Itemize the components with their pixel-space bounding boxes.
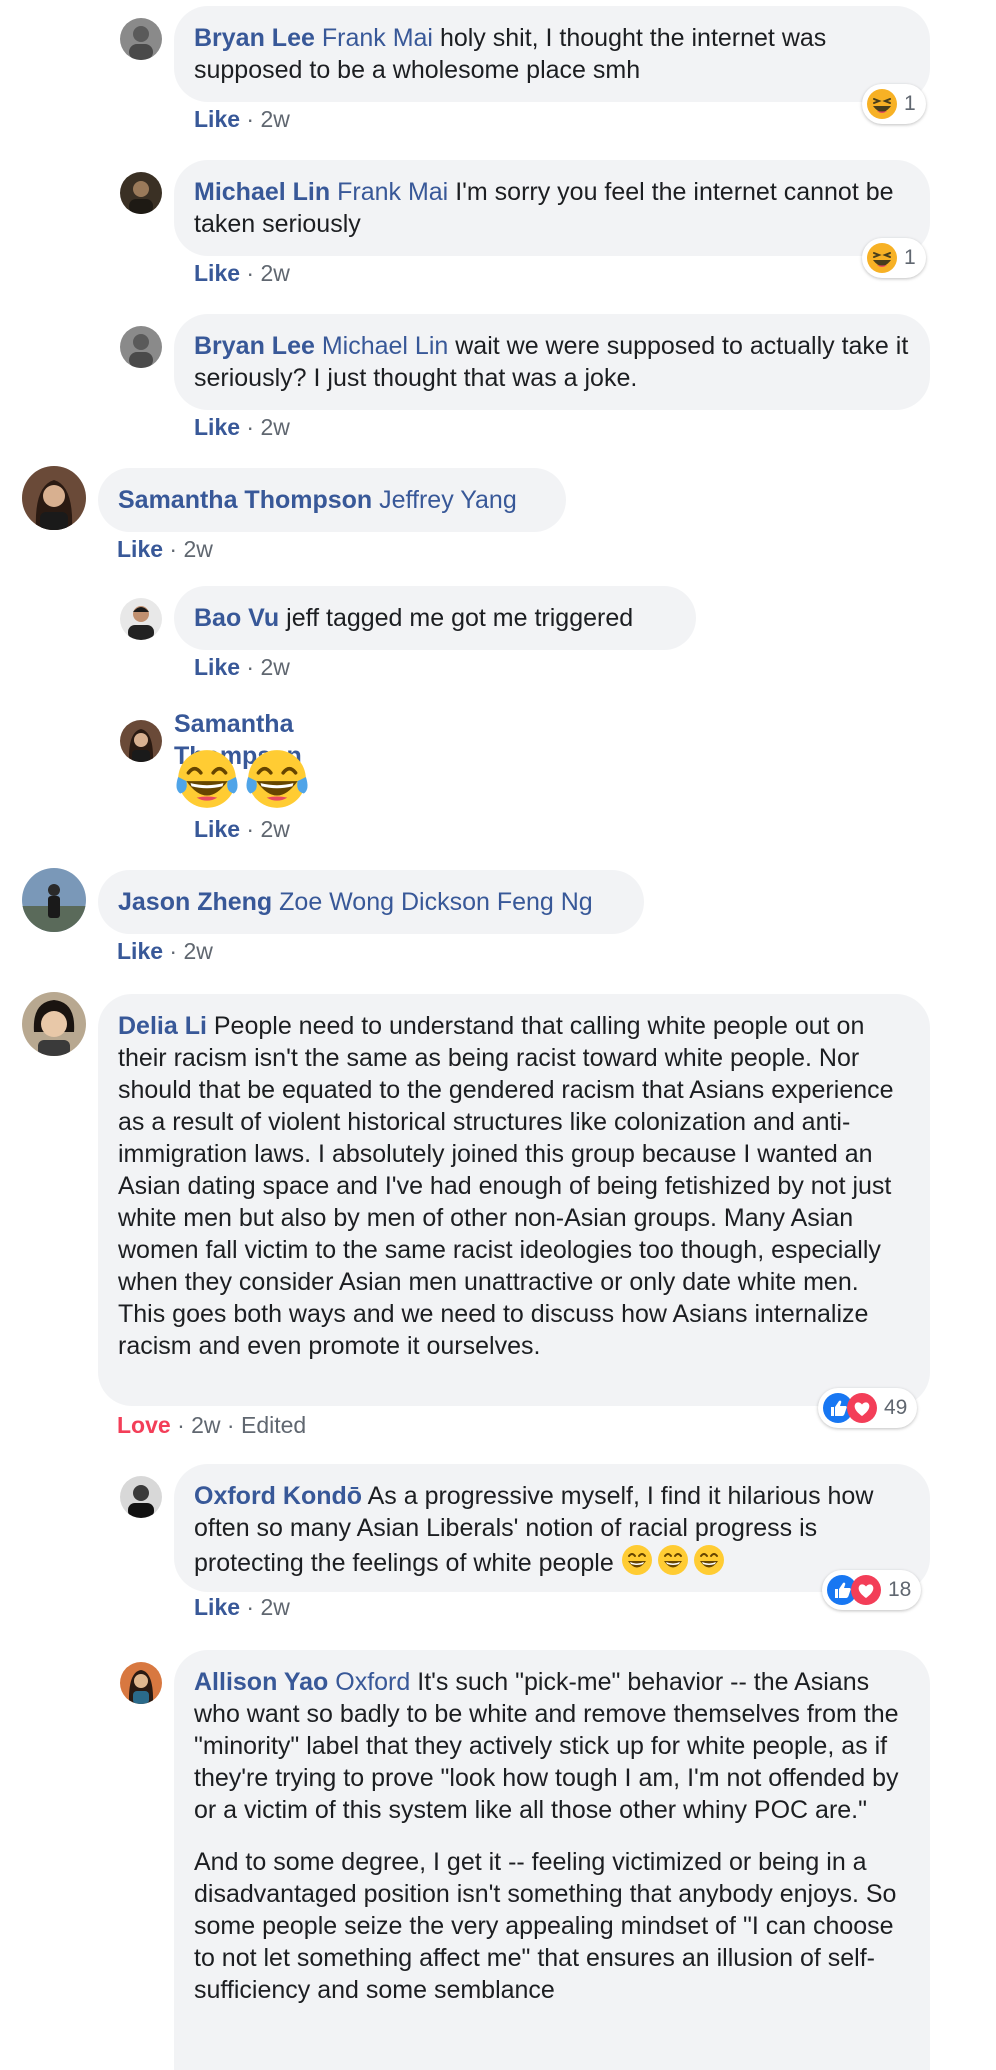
- reaction-count: 18: [888, 1578, 912, 1601]
- comment-author[interactable]: Delia Li: [118, 1012, 207, 1040]
- timestamp[interactable]: 2w: [260, 816, 289, 842]
- comment-author[interactable]: Jason Zheng: [118, 888, 272, 916]
- comment-author[interactable]: Bao Vu: [194, 604, 279, 632]
- comment-meta: Like · 2w: [194, 652, 290, 682]
- comment-meta: Like · 2w: [194, 814, 290, 844]
- comment-author[interactable]: Bryan Lee: [194, 332, 315, 360]
- reaction-summary[interactable]: 1: [862, 238, 926, 278]
- comment-author[interactable]: Oxford Kondō: [194, 1482, 362, 1510]
- reaction-count: 1: [904, 92, 916, 115]
- comment-bubble: Oxford Kondō As a progressive myself, I …: [174, 1464, 930, 1592]
- comment-bubble: Allison Yao Oxford It's such "pick-me" b…: [174, 1650, 930, 2070]
- separator: ·: [240, 414, 261, 440]
- avatar[interactable]: [120, 1662, 162, 1704]
- comment-text: People need to understand that calling w…: [118, 1012, 894, 1360]
- timestamp[interactable]: 2w: [260, 106, 289, 132]
- edited-label[interactable]: Edited: [241, 1412, 306, 1438]
- comment-bubble: Bao Vu jeff tagged me got me triggered: [174, 586, 696, 650]
- comment-meta: Like · 2w: [194, 258, 290, 288]
- comment-bubble: Jason Zheng Zoe Wong Dickson Feng Ng: [98, 870, 644, 934]
- reaction-count: 49: [884, 1396, 908, 1419]
- reaction-count: 1: [904, 246, 916, 269]
- love-icon: [850, 1574, 882, 1606]
- timestamp[interactable]: 2w: [183, 536, 212, 562]
- tears-of-joy-emoji: [174, 746, 240, 812]
- avatar[interactable]: [22, 992, 86, 1056]
- timestamp[interactable]: 2w: [260, 654, 289, 680]
- tears-of-joy-emoji: [244, 746, 310, 812]
- comment-bubble: Bryan Lee Frank Mai holy shit, I thought…: [174, 6, 930, 102]
- tagged-user[interactable]: Frank Mai: [322, 24, 433, 52]
- tagged-user[interactable]: Frank Mai: [337, 178, 448, 206]
- comment-bubble: Michael Lin Frank Mai I'm sorry you feel…: [174, 160, 930, 256]
- comment-meta: Like · 2w: [194, 412, 290, 442]
- comment-author[interactable]: Samantha Thompson: [118, 486, 372, 514]
- separator: ·: [240, 816, 261, 842]
- timestamp[interactable]: 2w: [191, 1412, 220, 1438]
- grinning-emoji: [693, 1544, 725, 1576]
- timestamp[interactable]: 2w: [183, 938, 212, 964]
- avatar[interactable]: [120, 326, 162, 368]
- like-link[interactable]: Like: [194, 816, 240, 842]
- haha-icon: [866, 242, 898, 274]
- reaction-summary[interactable]: 49: [818, 1388, 918, 1428]
- reaction-summary[interactable]: 1: [862, 84, 926, 124]
- like-link[interactable]: Like: [194, 260, 240, 286]
- avatar[interactable]: [120, 18, 162, 60]
- grinning-emoji: [657, 1544, 689, 1576]
- timestamp[interactable]: 2w: [260, 260, 289, 286]
- separator: ·: [240, 654, 261, 680]
- comment-meta: Like · 2w: [117, 534, 213, 564]
- comment-meta: Love · 2w · Edited: [117, 1410, 306, 1440]
- separator: ·: [163, 938, 184, 964]
- comment-text-paragraph: And to some degree, I get it -- feeling …: [194, 1848, 897, 2004]
- separator: ·: [220, 1412, 241, 1438]
- tagged-user[interactable]: Jeffrey Yang: [379, 486, 517, 514]
- like-link[interactable]: Like: [117, 938, 163, 964]
- like-link[interactable]: Like: [194, 414, 240, 440]
- avatar[interactable]: [120, 1476, 162, 1518]
- timestamp[interactable]: 2w: [260, 414, 289, 440]
- comment-author[interactable]: Allison Yao: [194, 1668, 328, 1696]
- comment-text: jeff tagged me got me triggered: [286, 604, 634, 632]
- timestamp[interactable]: 2w: [260, 1594, 289, 1620]
- comment-bubble: Samantha Thompson Jeffrey Yang: [98, 468, 566, 532]
- tagged-user[interactable]: Zoe Wong Dickson Feng Ng: [279, 888, 593, 916]
- comment-bubble: Delia Li People need to understand that …: [98, 994, 930, 1406]
- like-link[interactable]: Like: [194, 654, 240, 680]
- like-link[interactable]: Like: [117, 536, 163, 562]
- like-link[interactable]: Like: [194, 106, 240, 132]
- love-icon: [846, 1392, 878, 1424]
- tagged-user[interactable]: Oxford: [335, 1668, 410, 1696]
- avatar[interactable]: [22, 868, 86, 932]
- reaction-summary[interactable]: 18: [822, 1570, 922, 1610]
- love-link[interactable]: Love: [117, 1412, 171, 1438]
- comment-bubble: Bryan Lee Michael Lin wait we were suppo…: [174, 314, 930, 410]
- avatar[interactable]: [120, 720, 162, 762]
- comment-meta: Like · 2w: [194, 1592, 290, 1622]
- separator: ·: [163, 536, 184, 562]
- comment-author[interactable]: Bryan Lee: [194, 24, 315, 52]
- comment-meta: Like · 2w: [194, 104, 290, 134]
- separator: ·: [170, 1412, 192, 1438]
- separator: ·: [240, 1594, 261, 1620]
- separator: ·: [240, 260, 261, 286]
- comment-author[interactable]: Michael Lin: [194, 178, 330, 206]
- comment-meta: Like · 2w: [117, 936, 213, 966]
- separator: ·: [240, 106, 261, 132]
- grinning-emoji: [621, 1544, 653, 1576]
- haha-icon: [866, 88, 898, 120]
- emoji-content: [174, 746, 310, 812]
- avatar[interactable]: [120, 172, 162, 214]
- avatar[interactable]: [120, 598, 162, 640]
- tagged-user[interactable]: Michael Lin: [322, 332, 448, 360]
- avatar[interactable]: [22, 466, 86, 530]
- like-link[interactable]: Like: [194, 1594, 240, 1620]
